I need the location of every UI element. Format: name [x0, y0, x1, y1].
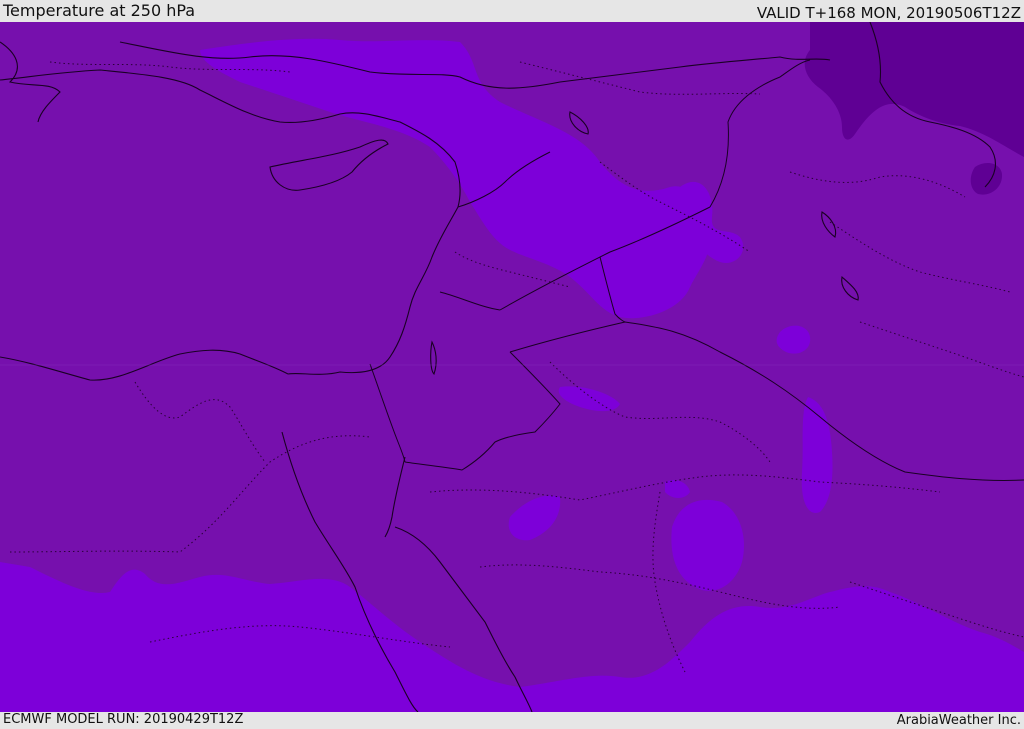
map-title: Temperature at 250 hPa: [3, 1, 196, 20]
footer-bar: ECMWF MODEL RUN: 20190429T12Z ArabiaWeat…: [0, 712, 1024, 729]
map-page: Temperature at 250 hPa VALID T+168 MON, …: [0, 0, 1024, 729]
valid-time-label: VALID T+168 MON, 20190506T12Z: [756, 4, 1021, 22]
map-canvas[interactable]: [0, 22, 1024, 712]
temperature-map: [0, 22, 1024, 712]
model-run-label: ECMWF MODEL RUN: 20190429T12Z: [3, 712, 244, 727]
credit-label: ArabiaWeather Inc.: [896, 713, 1021, 728]
header-bar: Temperature at 250 hPa VALID T+168 MON, …: [0, 0, 1024, 22]
